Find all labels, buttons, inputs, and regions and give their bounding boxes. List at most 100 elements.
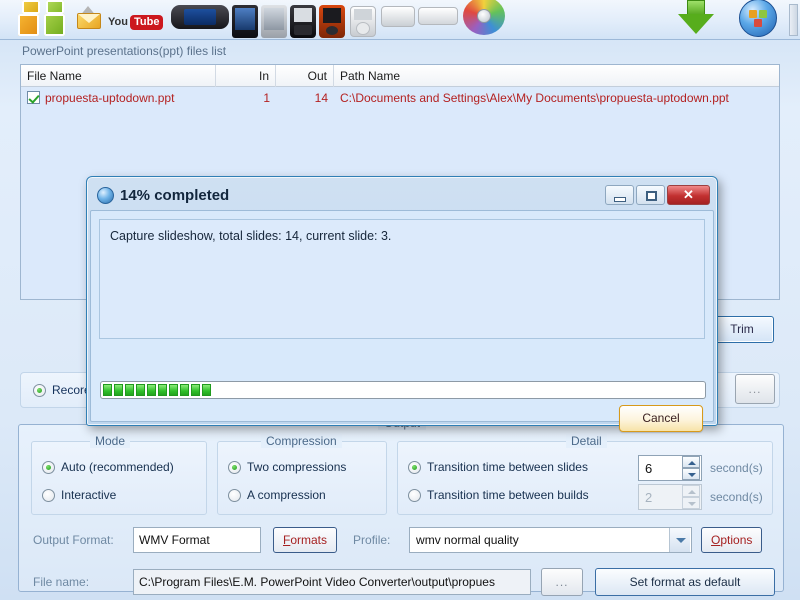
transition-slides-unit: second(s) [710, 461, 763, 475]
progress-block [180, 384, 189, 396]
spinner-up-icon [682, 485, 700, 497]
minimize-button[interactable] [605, 185, 634, 205]
radio-dot [408, 460, 421, 474]
spinner-buttons-disabled [682, 485, 700, 509]
progress-block [169, 384, 178, 396]
export-arrow-icon[interactable] [75, 4, 105, 38]
transition-builds-unit: second(s) [710, 490, 763, 504]
radio-a-compression[interactable]: A compression [228, 488, 326, 502]
dvd-disc-icon[interactable] [461, 0, 507, 36]
radio-auto-recommended[interactable]: Auto (recommended) [42, 460, 174, 474]
set-format-default-button[interactable]: Set format as default [595, 568, 775, 596]
radio-label: Auto (recommended) [61, 460, 174, 474]
transition-slides-spinner[interactable]: 6 [638, 455, 702, 481]
progress-block [158, 384, 167, 396]
psp-device-icon[interactable] [171, 1, 229, 31]
radio-dot [228, 460, 241, 474]
record-radio[interactable]: Recore [33, 383, 91, 397]
progress-bar [100, 381, 706, 399]
ipod-nano-icon[interactable] [418, 1, 458, 31]
mode-group: Mode Auto (recommended) Interactive [31, 434, 207, 515]
mode-group-label: Mode [90, 434, 131, 448]
file-name-cell[interactable]: propuesta-uptodown.ppt [21, 87, 216, 109]
cancel-button[interactable]: Cancel [619, 405, 703, 432]
file-name-text: propuesta-uptodown.ppt [45, 91, 175, 105]
blackberry-device-icon[interactable] [290, 4, 316, 38]
close-button[interactable]: ✕ [667, 185, 710, 205]
transition-slides-value[interactable]: 6 [639, 461, 682, 476]
toolbar-right-icons [676, 0, 778, 39]
output-format-row: Output Format: WMV Format Formats Profil… [33, 527, 763, 553]
download-icon[interactable] [676, 0, 716, 38]
progress-block [103, 384, 112, 396]
maximize-icon [646, 191, 657, 201]
close-icon: ✕ [683, 187, 694, 202]
radio-dot [408, 488, 421, 502]
detail-group: Detail Transition time between slides 6 … [397, 434, 773, 515]
file-list-label: PowerPoint presentations(ppt) files list [22, 44, 227, 58]
record-radio-dot [33, 383, 46, 397]
path-name-cell: C:\Documents and Settings\Alex\My Docume… [340, 91, 729, 105]
radio-label: Interactive [61, 488, 117, 502]
maximize-button[interactable] [636, 185, 665, 205]
spinner-buttons[interactable] [682, 456, 700, 480]
radio-dot [228, 488, 241, 502]
formats-button[interactable]: Formats [273, 527, 338, 553]
top-toolbar: You Tube [0, 0, 800, 40]
toolbar-scrollbar[interactable] [789, 4, 798, 36]
file-list-header: File Name In Out Path Name [21, 64, 779, 87]
radio-interactive[interactable]: Interactive [42, 488, 116, 502]
progress-block [147, 384, 156, 396]
spinner-up-icon[interactable] [682, 456, 700, 468]
column-header-path-name[interactable]: Path Name [334, 65, 779, 87]
ipod-device-icon[interactable] [348, 4, 378, 38]
red-phone-icon[interactable] [319, 4, 345, 38]
progress-dialog: 14% completed ✕ Capture slideshow, total… [86, 176, 718, 432]
trim-button[interactable]: Trim [710, 316, 774, 343]
radio-label: A compression [247, 488, 326, 502]
formats-label-rest: ormats [290, 533, 328, 547]
options-button[interactable]: Options [701, 527, 763, 553]
dialog-body: Capture slideshow, total slides: 14, cur… [90, 210, 714, 432]
column-header-file-name[interactable]: File Name [21, 64, 216, 87]
phone-device-icon[interactable] [232, 4, 258, 38]
profile-select[interactable]: wmv normal quality [409, 527, 693, 553]
app-globe-icon [97, 186, 114, 204]
radio-transition-builds[interactable]: Transition time between builds [408, 488, 589, 502]
dialog-titlebar[interactable]: 14% completed ✕ [90, 180, 714, 210]
profile-label: Profile: [353, 533, 391, 547]
chevron-down-icon[interactable] [669, 528, 691, 552]
radio-label: Two compressions [247, 460, 347, 474]
radio-dot [42, 460, 55, 474]
file-name-input[interactable]: C:\Program Files\E.M. PowerPoint Video C… [133, 569, 531, 595]
radio-label: Transition time between builds [427, 488, 589, 502]
transition-builds-spinner: 2 [638, 484, 702, 510]
compression-group: Compression Two compressions A compressi… [217, 434, 387, 515]
record-browse-button[interactable]: ... [735, 374, 775, 404]
silver-phone-icon[interactable] [261, 4, 287, 38]
office-ppt-icon[interactable] [18, 0, 72, 38]
file-name-row: File name: C:\Program Files\E.M. PowerPo… [33, 568, 775, 596]
radio-label: Transition time between slides [427, 460, 588, 474]
radio-transition-slides[interactable]: Transition time between slides [408, 460, 588, 474]
radio-two-compressions[interactable]: Two compressions [228, 460, 346, 474]
radio-dot [42, 488, 55, 502]
dialog-title: 14% completed [120, 186, 230, 204]
compression-group-label: Compression [261, 434, 342, 448]
ipod-shuffle-icon[interactable] [381, 1, 415, 31]
column-header-in[interactable]: In [216, 64, 276, 87]
spinner-down-icon[interactable] [682, 468, 700, 480]
file-name-label: File name: [33, 575, 90, 589]
file-browse-button[interactable]: ... [541, 568, 583, 596]
record-radio-label: Recore [52, 383, 91, 397]
globe-icon[interactable] [738, 0, 778, 38]
transition-builds-value: 2 [645, 489, 653, 505]
column-header-out[interactable]: Out [276, 64, 334, 87]
progress-block [202, 384, 211, 396]
output-format-value[interactable]: WMV Format [133, 527, 261, 553]
progress-block [125, 384, 134, 396]
table-row[interactable]: propuesta-uptodown.ppt 1 14 C:\Documents… [21, 87, 779, 109]
minimize-icon [614, 197, 626, 202]
row-checkbox[interactable] [27, 91, 40, 104]
youtube-icon[interactable]: You Tube [108, 4, 168, 38]
